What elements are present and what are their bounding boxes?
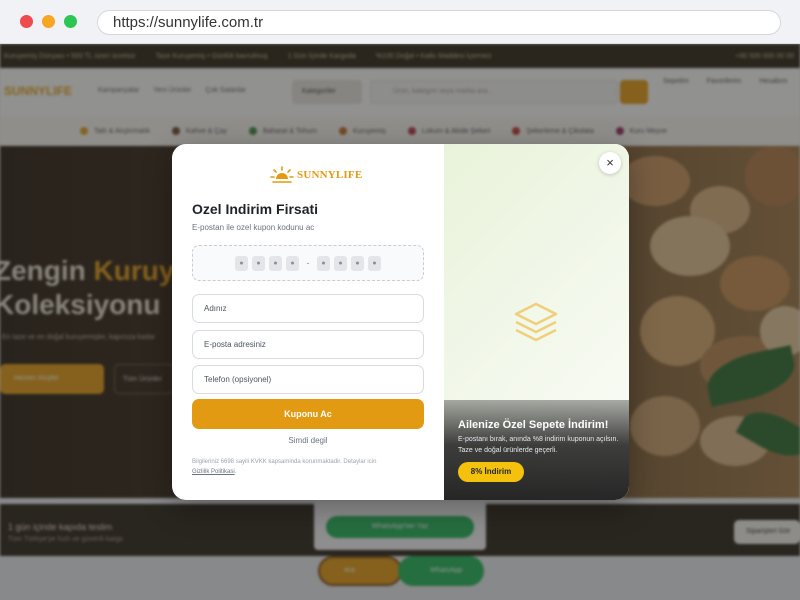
coupon-char: ● bbox=[252, 255, 265, 271]
modal-subtitle: E-postan ile ozel kupon kodunu ac bbox=[192, 223, 315, 232]
modal-brand: SUNNYLIFE bbox=[270, 166, 362, 184]
phone-field[interactable]: Telefon (opsiyonel) bbox=[192, 365, 424, 394]
maximize-window-button[interactable] bbox=[64, 15, 77, 28]
legal-end: . bbox=[234, 469, 237, 475]
coupon-char: ● bbox=[334, 255, 347, 271]
masked-coupon-code: ● ● ● ● - ● ● ● ● bbox=[192, 245, 424, 281]
modal-title: Ozel Indirim Firsati bbox=[192, 201, 319, 217]
coupon-separator: - bbox=[306, 258, 310, 268]
promo-description: E-postanı bırak, anında %8 indirim kupon… bbox=[458, 436, 619, 454]
address-bar[interactable]: https://sunnylife.com.tr bbox=[97, 10, 781, 35]
modal-form-panel: SUNNYLIFE Ozel Indirim Firsati E-postan … bbox=[172, 144, 444, 500]
not-now-link[interactable]: Simdi degil bbox=[192, 436, 424, 445]
coupon-char: ● bbox=[235, 255, 248, 271]
open-coupon-button[interactable]: Kuponu Ac bbox=[192, 399, 424, 429]
email-field[interactable]: E-posta adresiniz bbox=[192, 330, 424, 359]
coupon-char: ● bbox=[269, 255, 282, 271]
legal-text: Bilgileriniz 6698 sayili KVKK kapsaminda… bbox=[192, 459, 377, 465]
coupon-char: ● bbox=[317, 255, 330, 271]
browser-chrome: https://sunnylife.com.tr bbox=[0, 0, 800, 44]
privacy-policy-link[interactable]: Gizlilik Politikasi bbox=[192, 469, 235, 475]
brand-name: SUNNYLIFE bbox=[297, 169, 363, 181]
close-icon[interactable]: × bbox=[599, 152, 621, 174]
sun-icon bbox=[270, 166, 294, 183]
coupon-char: ● bbox=[368, 255, 381, 271]
discount-badge: 8% İndirim bbox=[458, 462, 524, 482]
name-field[interactable]: Adınız bbox=[192, 294, 424, 323]
legal-notice: Bilgileriniz 6698 sayili KVKK kapsaminda… bbox=[192, 457, 424, 477]
discount-modal: SUNNYLIFE Ozel Indirim Firsati E-postan … bbox=[172, 144, 629, 500]
close-window-button[interactable] bbox=[20, 15, 33, 28]
promo-title: Ailenize Özel Sepete İndirim! bbox=[458, 419, 609, 431]
layers-icon bbox=[514, 302, 558, 342]
minimize-window-button[interactable] bbox=[42, 15, 55, 28]
coupon-char: ● bbox=[286, 255, 299, 271]
coupon-char: ● bbox=[351, 255, 364, 271]
